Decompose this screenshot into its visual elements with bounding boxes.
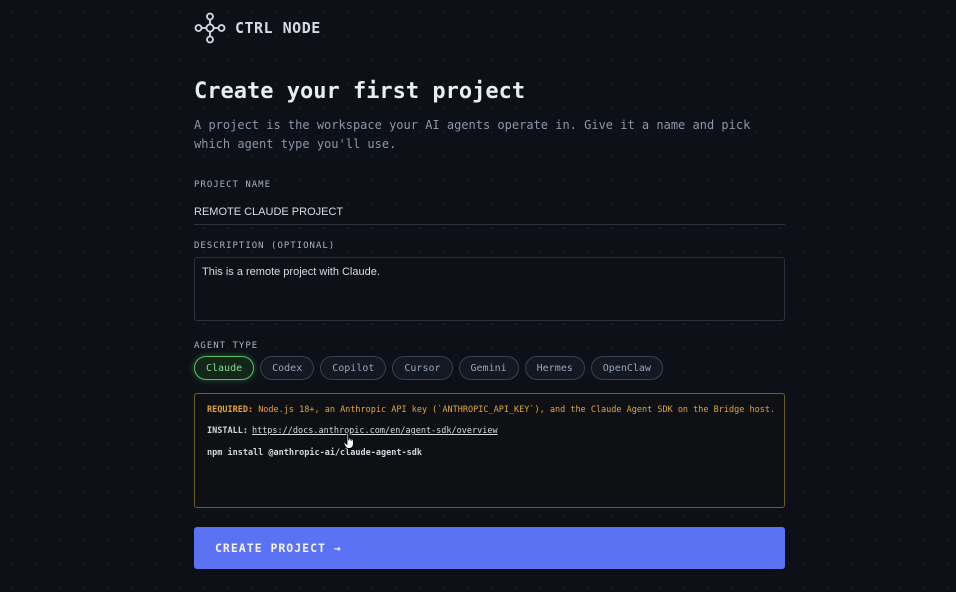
create-project-button[interactable]: CREATE PROJECT → [194,527,785,569]
required-label: REQUIRED: [207,405,254,415]
description-textarea[interactable]: This is a remote project with Claude. [194,257,785,321]
agent-option-hermes[interactable]: Hermes [524,356,585,380]
page-title: Create your first project [194,79,526,104]
requirements-panel: REQUIRED: Node.js 18+, an Anthropic API … [194,393,785,508]
description-label: DESCRIPTION (OPTIONAL) [194,241,336,251]
agent-option-openclaw[interactable]: OpenClaw [590,356,663,380]
brand-logo: CTRL NODE [194,12,321,44]
install-docs-link[interactable]: https://docs.anthropic.com/en/agent-sdk/… [252,426,498,436]
node-graph-icon [194,12,226,44]
project-name-label: PROJECT NAME [194,180,272,190]
agent-option-gemini[interactable]: Gemini [458,356,519,380]
agent-option-codex[interactable]: Codex [260,356,315,380]
required-text: Node.js 18+, an Anthropic API key (`ANTH… [258,405,776,415]
hand-pointer-icon [343,432,354,449]
install-label: INSTALL: [207,426,248,436]
install-command-text: npm install @anthropic-ai/claude-agent-s… [207,448,422,458]
agent-option-copilot[interactable]: Copilot [320,356,387,380]
brand-name: CTRL NODE [235,19,321,37]
install-command: npm install @anthropic-ai/claude-agent-s… [207,448,422,458]
agent-option-claude[interactable]: Claude [194,356,255,380]
page-subtitle: A project is the workspace your AI agent… [194,118,751,151]
project-name-input[interactable] [194,199,785,225]
agent-type-label: AGENT TYPE [194,341,259,351]
requirements-line: REQUIRED: Node.js 18+, an Anthropic API … [207,405,775,415]
agent-option-cursor[interactable]: Cursor [392,356,453,380]
agent-type-selector: Claude Codex Copilot Cursor Gemini Herme… [194,356,663,380]
